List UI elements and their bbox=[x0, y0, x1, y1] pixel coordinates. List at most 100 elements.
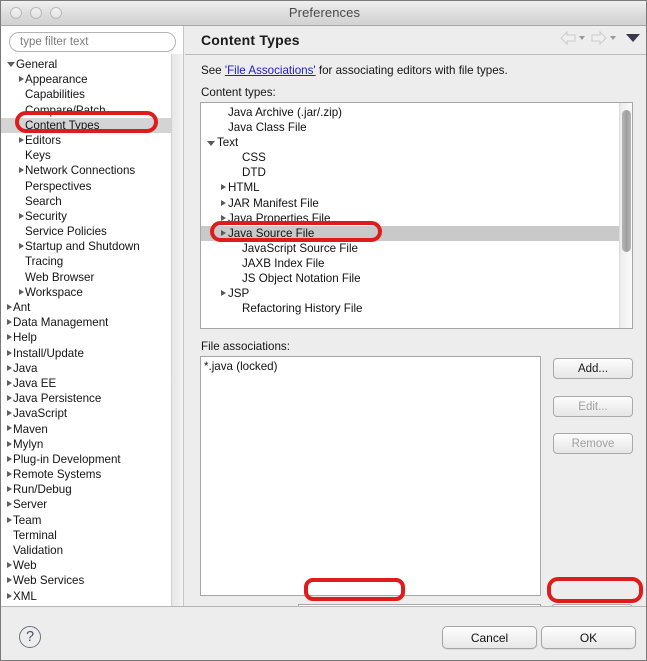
sidebar-item-install-update[interactable]: Install/Update bbox=[1, 346, 183, 361]
back-arrow-icon[interactable] bbox=[560, 31, 576, 45]
edit-button[interactable]: Edit... bbox=[553, 396, 633, 417]
sidebar-item-keys[interactable]: Keys bbox=[1, 148, 183, 163]
back-dropdown-icon[interactable] bbox=[579, 36, 585, 40]
add-button[interactable]: Add... bbox=[553, 358, 633, 379]
sidebar-item-capabilities[interactable]: Capabilities bbox=[1, 87, 183, 102]
sidebar-item-content-types[interactable]: Content Types bbox=[1, 117, 183, 133]
content-type-row[interactable]: Java Source File bbox=[201, 225, 632, 241]
content-type-row[interactable]: Text bbox=[201, 135, 632, 150]
chevron-right-icon[interactable] bbox=[7, 440, 12, 447]
chevron-right-icon[interactable] bbox=[19, 243, 24, 250]
chevron-right-icon[interactable] bbox=[7, 486, 12, 493]
search-input[interactable] bbox=[9, 32, 176, 52]
sidebar-item-server[interactable]: Server bbox=[1, 497, 183, 512]
content-type-row[interactable]: JSP bbox=[201, 286, 632, 301]
sidebar-item-plug-in-development[interactable]: Plug-in Development bbox=[1, 452, 183, 467]
sidebar-item-data-management[interactable]: Data Management bbox=[1, 315, 183, 330]
sidebar-item-startup-and-shutdown[interactable]: Startup and Shutdown bbox=[1, 239, 183, 254]
chevron-right-icon[interactable] bbox=[7, 592, 12, 599]
chevron-right-icon[interactable] bbox=[7, 410, 12, 417]
sidebar-item-maven[interactable]: Maven bbox=[1, 422, 183, 437]
file-associations-list[interactable]: *.java (locked) bbox=[200, 356, 541, 596]
content-type-row[interactable]: HTML bbox=[201, 180, 632, 195]
content-types-scrollbar[interactable] bbox=[619, 103, 632, 328]
chevron-right-icon[interactable] bbox=[221, 229, 226, 236]
sidebar-item-validation[interactable]: Validation bbox=[1, 543, 183, 558]
sidebar-item-search[interactable]: Search bbox=[1, 194, 183, 209]
sidebar-item-java-persistence[interactable]: Java Persistence bbox=[1, 391, 183, 406]
sidebar-item-security[interactable]: Security bbox=[1, 209, 183, 224]
sidebar-item-editors[interactable]: Editors bbox=[1, 133, 183, 148]
view-menu-icon[interactable] bbox=[626, 34, 640, 42]
chevron-right-icon[interactable] bbox=[19, 288, 24, 295]
forward-arrow-icon[interactable] bbox=[591, 31, 607, 45]
remove-button[interactable]: Remove bbox=[553, 433, 633, 454]
chevron-right-icon[interactable] bbox=[19, 167, 24, 174]
sidebar-item-service-policies[interactable]: Service Policies bbox=[1, 224, 183, 239]
sidebar-item-java[interactable]: Java bbox=[1, 361, 183, 376]
sidebar-item-web-browser[interactable]: Web Browser bbox=[1, 270, 183, 285]
chevron-right-icon[interactable] bbox=[19, 136, 24, 143]
sidebar-item-web-services[interactable]: Web Services bbox=[1, 573, 183, 588]
help-icon[interactable]: ? bbox=[19, 626, 41, 648]
file-association-row[interactable]: *.java (locked) bbox=[201, 357, 540, 373]
sidebar-item-general[interactable]: General bbox=[1, 57, 183, 72]
content-type-row[interactable]: Java Properties File bbox=[201, 211, 632, 226]
content-type-row[interactable]: CSS bbox=[201, 150, 632, 165]
sidebar-item-terminal[interactable]: Terminal bbox=[1, 528, 183, 543]
chevron-right-icon[interactable] bbox=[7, 379, 12, 386]
sidebar-item-appearance[interactable]: Appearance bbox=[1, 72, 183, 87]
chevron-right-icon[interactable] bbox=[7, 349, 12, 356]
sidebar-item-java-ee[interactable]: Java EE bbox=[1, 376, 183, 391]
sidebar-item-workspace[interactable]: Workspace bbox=[1, 285, 183, 300]
chevron-right-icon[interactable] bbox=[221, 214, 226, 221]
chevron-right-icon[interactable] bbox=[19, 76, 24, 83]
sidebar-item-network-connections[interactable]: Network Connections bbox=[1, 163, 183, 178]
content-type-row[interactable]: Java Archive (.jar/.zip) bbox=[201, 105, 632, 120]
chevron-right-icon[interactable] bbox=[7, 455, 12, 462]
sidebar-item-team[interactable]: Team bbox=[1, 513, 183, 528]
chevron-right-icon[interactable] bbox=[7, 364, 12, 371]
chevron-down-icon[interactable] bbox=[207, 140, 215, 146]
chevron-right-icon[interactable] bbox=[7, 395, 12, 402]
content-type-row[interactable]: Refactoring History File bbox=[201, 301, 632, 316]
chevron-right-icon[interactable] bbox=[221, 290, 226, 297]
forward-dropdown-icon[interactable] bbox=[610, 36, 616, 40]
ok-button[interactable]: OK bbox=[541, 626, 636, 649]
sidebar-item-compare-patch[interactable]: Compare/Patch bbox=[1, 103, 183, 118]
scrollbar-thumb[interactable] bbox=[622, 110, 631, 252]
content-type-row[interactable]: JavaScript Source File bbox=[201, 241, 632, 256]
chevron-right-icon[interactable] bbox=[7, 471, 12, 477]
content-type-row[interactable]: JAXB Index File bbox=[201, 256, 632, 271]
sidebar-item-help[interactable]: Help bbox=[1, 330, 183, 345]
sidebar-scrollbar[interactable] bbox=[171, 54, 183, 606]
cancel-button[interactable]: Cancel bbox=[442, 626, 537, 649]
sidebar-item-run-debug[interactable]: Run/Debug bbox=[1, 482, 183, 497]
chevron-right-icon[interactable] bbox=[7, 425, 12, 432]
chevron-right-icon[interactable] bbox=[7, 501, 12, 508]
sidebar-item-mylyn[interactable]: Mylyn bbox=[1, 437, 183, 452]
content-type-row[interactable]: DTD bbox=[201, 165, 632, 180]
chevron-right-icon[interactable] bbox=[221, 184, 226, 191]
sidebar-item-xml[interactable]: XML bbox=[1, 589, 183, 604]
sidebar-item-web[interactable]: Web bbox=[1, 558, 183, 573]
sidebar-item-javascript[interactable]: JavaScript bbox=[1, 406, 183, 421]
sidebar-item-tracing[interactable]: Tracing bbox=[1, 254, 183, 269]
sidebar-item-perspectives[interactable]: Perspectives bbox=[1, 179, 183, 194]
content-type-row[interactable]: JAR Manifest File bbox=[201, 196, 632, 211]
chevron-right-icon[interactable] bbox=[7, 319, 12, 326]
chevron-down-icon[interactable] bbox=[7, 62, 15, 68]
content-type-row[interactable]: JS Object Notation File bbox=[201, 271, 632, 286]
chevron-right-icon[interactable] bbox=[221, 199, 226, 206]
sidebar-item-remote-systems[interactable]: Remote Systems bbox=[1, 467, 183, 482]
chevron-right-icon[interactable] bbox=[7, 303, 12, 310]
chevron-right-icon[interactable] bbox=[7, 516, 12, 523]
chevron-right-icon[interactable] bbox=[7, 562, 12, 569]
chevron-right-icon[interactable] bbox=[7, 334, 12, 341]
file-associations-link[interactable]: 'File Associations' bbox=[225, 64, 316, 77]
content-type-row[interactable]: Java Class File bbox=[201, 120, 632, 135]
chevron-right-icon[interactable] bbox=[7, 577, 12, 584]
chevron-right-icon[interactable] bbox=[19, 212, 24, 219]
sidebar-item-ant[interactable]: Ant bbox=[1, 300, 183, 315]
content-types-list[interactable]: Java Archive (.jar/.zip) Java Class File T… bbox=[200, 102, 633, 329]
